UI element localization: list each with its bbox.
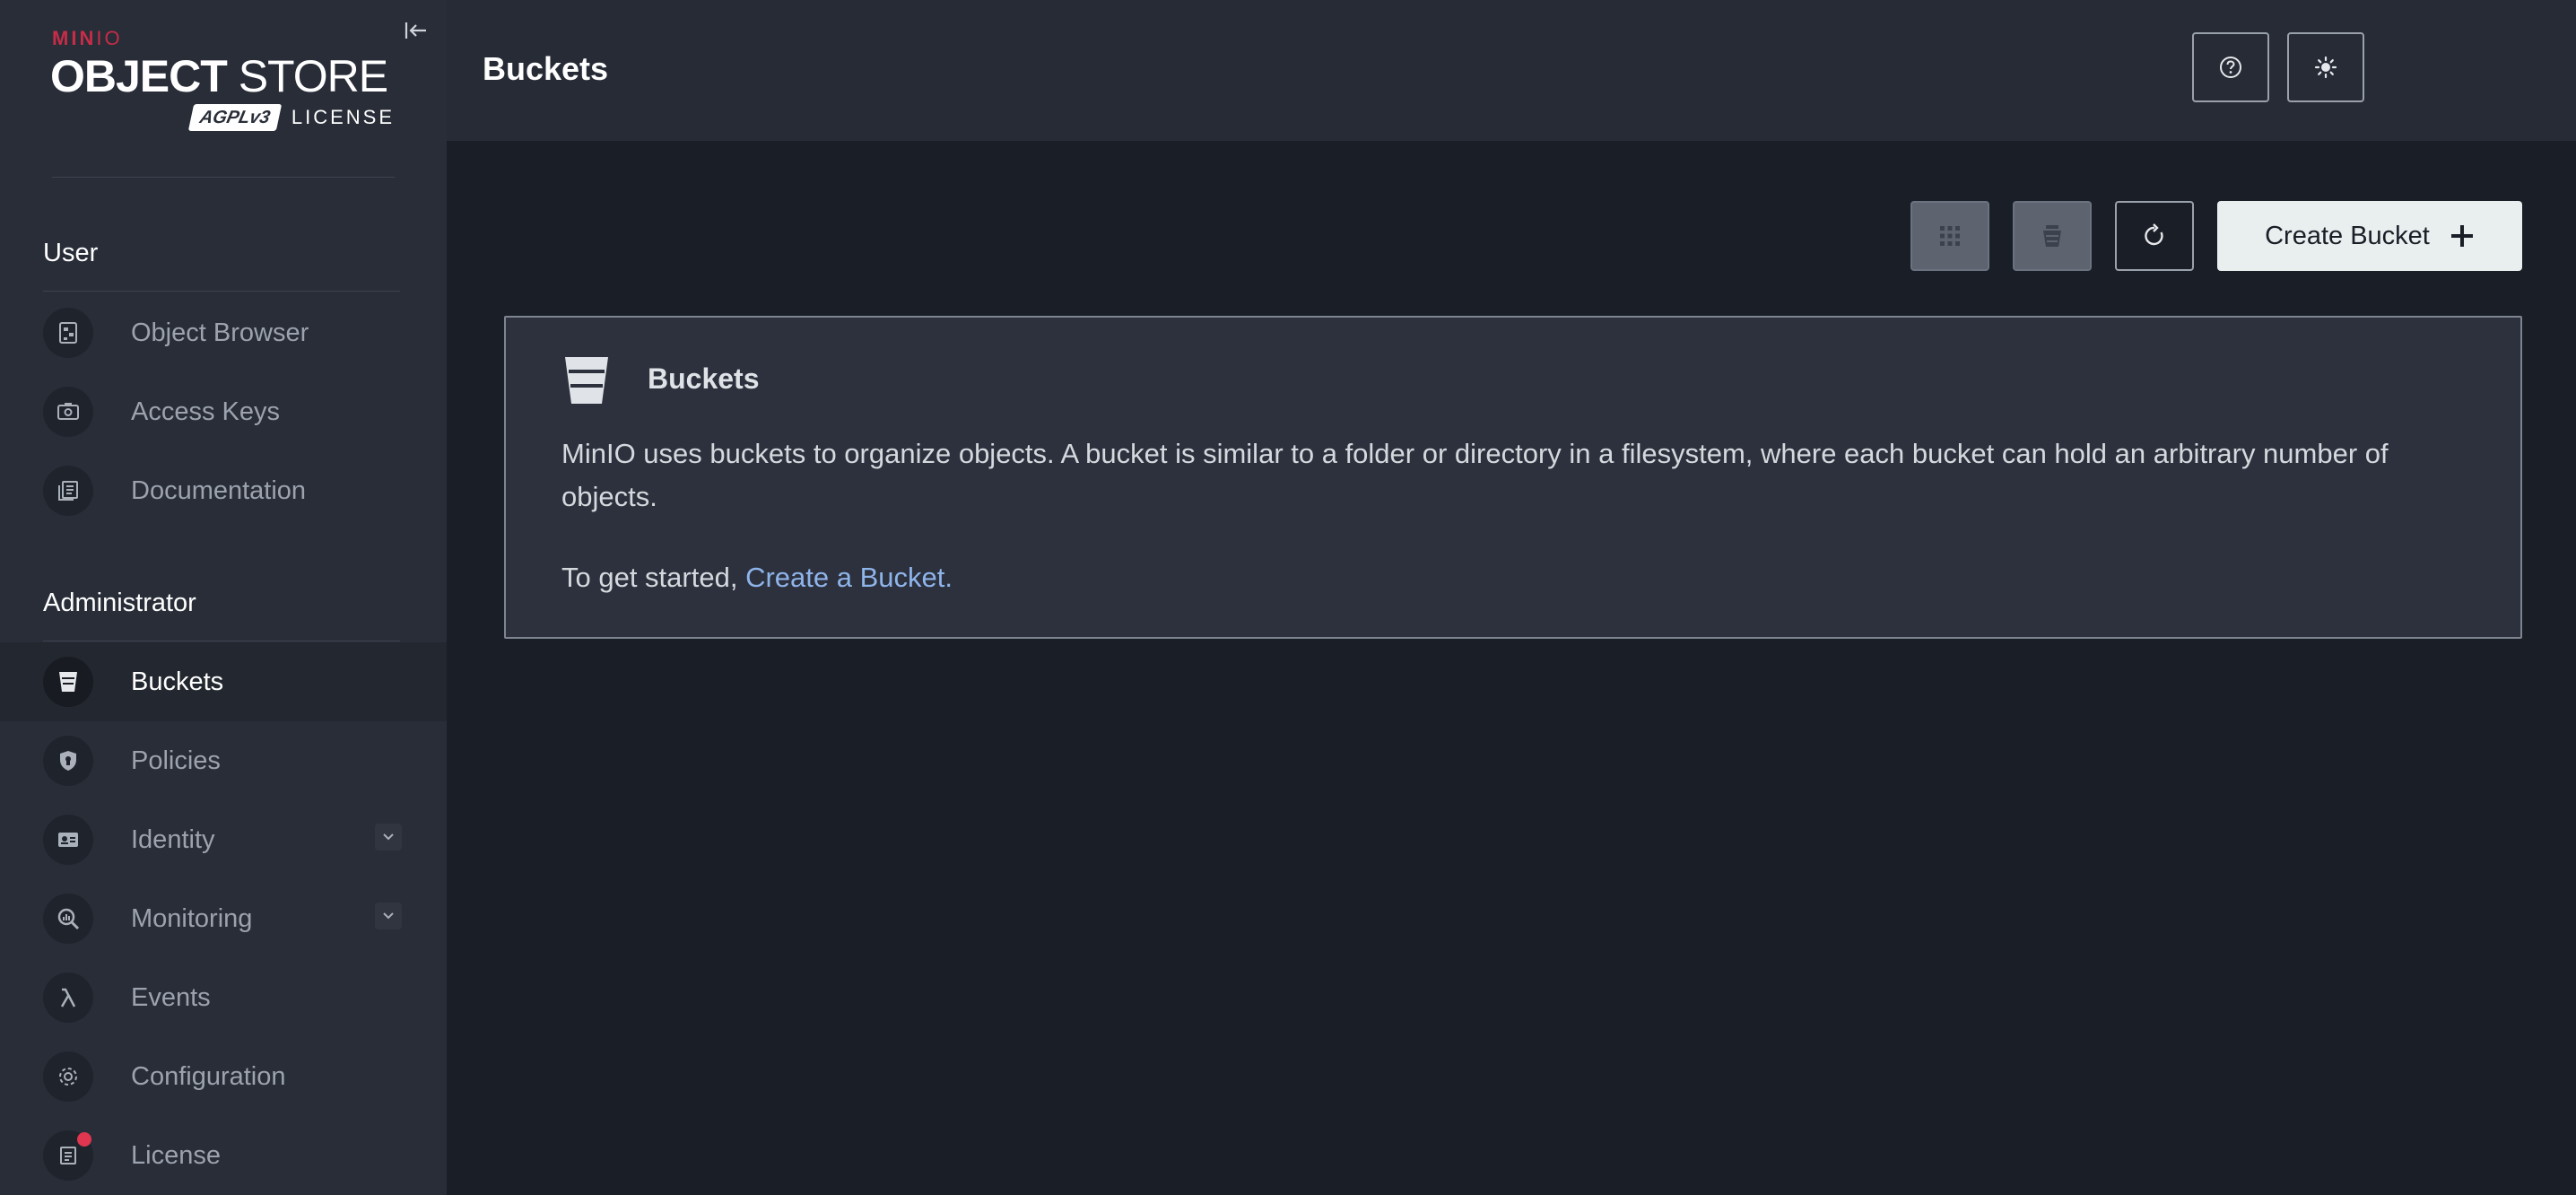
refresh-button[interactable]: [2115, 201, 2194, 271]
documentation-icon: [43, 466, 93, 516]
create-bucket-link[interactable]: Create a Bucket.: [745, 562, 953, 593]
card-cta: To get started, Create a Bucket.: [561, 562, 953, 594]
expand-identity-button[interactable]: [375, 824, 402, 850]
chevron-down-icon: [383, 912, 394, 920]
minio-wordmark: MINIO: [52, 27, 123, 49]
sidebar-item-monitoring[interactable]: Monitoring: [0, 879, 447, 958]
gear-icon: [43, 1051, 93, 1102]
help-icon: [2220, 57, 2241, 78]
help-button[interactable]: [2192, 32, 2269, 102]
object-browser-icon: [43, 308, 93, 358]
collapse-left-icon: [405, 22, 426, 39]
magnifier-chart-icon: [43, 894, 93, 944]
sidebar-item-label: License: [131, 1140, 221, 1170]
chevron-down-icon: [383, 833, 394, 841]
plus-icon: [2450, 225, 2473, 247]
sidebar-item-buckets[interactable]: Buckets: [0, 642, 447, 721]
id-card-icon: [43, 815, 93, 865]
divider: [43, 291, 400, 292]
lambda-icon: [43, 973, 93, 1023]
license-word: LICENSE: [291, 106, 395, 128]
sun-icon: [2314, 56, 2337, 79]
bucket-lifecycle-button[interactable]: [2013, 201, 2092, 271]
sidebar-item-events[interactable]: Events: [0, 958, 447, 1037]
sidebar-item-label: Documentation: [131, 475, 307, 505]
sidebar-item-label: Configuration: [131, 1061, 286, 1091]
buckets-info-card: Buckets MinIO uses buckets to organize o…: [504, 316, 2522, 639]
expand-monitoring-button[interactable]: [375, 903, 402, 929]
sidebar-item-label: Events: [131, 982, 211, 1012]
create-bucket-button[interactable]: Create Bucket: [2217, 201, 2522, 271]
product-name: OBJECT STORE: [50, 51, 388, 101]
minio-logo[interactable]: MINIO OBJECT STORE AGPLv3 LICENSE: [50, 27, 395, 135]
sidebar-item-label: Object Browser: [131, 318, 309, 347]
cta-prefix: To get started,: [561, 562, 746, 593]
create-bucket-label: Create Bucket: [2265, 221, 2430, 250]
page-header: Buckets: [447, 0, 2576, 141]
license-icon: [43, 1130, 93, 1181]
theme-toggle-button[interactable]: [2287, 32, 2364, 102]
bucket-icon: [560, 353, 614, 412]
section-title-administrator: Administrator: [43, 589, 196, 617]
sidebar-item-label: Buckets: [131, 667, 224, 696]
shield-icon: [43, 736, 93, 786]
sidebar-item-label: Identity: [131, 824, 215, 854]
grid-view-button[interactable]: [1910, 201, 1989, 271]
sidebar-item-documentation[interactable]: Documentation: [0, 451, 447, 530]
sidebar: MINIO OBJECT STORE AGPLv3 LICENSE User O…: [0, 0, 447, 1195]
sidebar-item-configuration[interactable]: Configuration: [0, 1037, 447, 1116]
sidebar-item-license[interactable]: License: [0, 1116, 447, 1195]
sidebar-item-access-keys[interactable]: Access Keys: [0, 372, 447, 451]
sidebar-item-identity[interactable]: Identity: [0, 800, 447, 879]
section-title-user: User: [43, 239, 99, 267]
divider: [52, 177, 395, 178]
sidebar-item-label: Monitoring: [131, 903, 253, 933]
collapse-sidebar-button[interactable]: [402, 16, 431, 45]
agpl-badge: AGPLv3: [187, 104, 283, 131]
refresh-icon: [2145, 223, 2163, 246]
grid-icon: [1940, 226, 1960, 246]
bucket-stack-icon: [2043, 225, 2061, 247]
card-description: MinIO uses buckets to organize objects. …: [561, 438, 2389, 512]
bucket-icon: [43, 657, 93, 707]
license-line: AGPLv3 LICENSE: [187, 102, 395, 133]
notification-dot: [77, 1132, 91, 1147]
card-title: Buckets: [648, 362, 760, 395]
sidebar-item-object-browser[interactable]: Object Browser: [0, 293, 447, 372]
page-title: Buckets: [483, 50, 609, 87]
sidebar-item-policies[interactable]: Policies: [0, 721, 447, 800]
sidebar-item-label: Policies: [131, 746, 221, 775]
access-keys-icon: [43, 387, 93, 437]
sidebar-item-label: Access Keys: [131, 397, 280, 426]
